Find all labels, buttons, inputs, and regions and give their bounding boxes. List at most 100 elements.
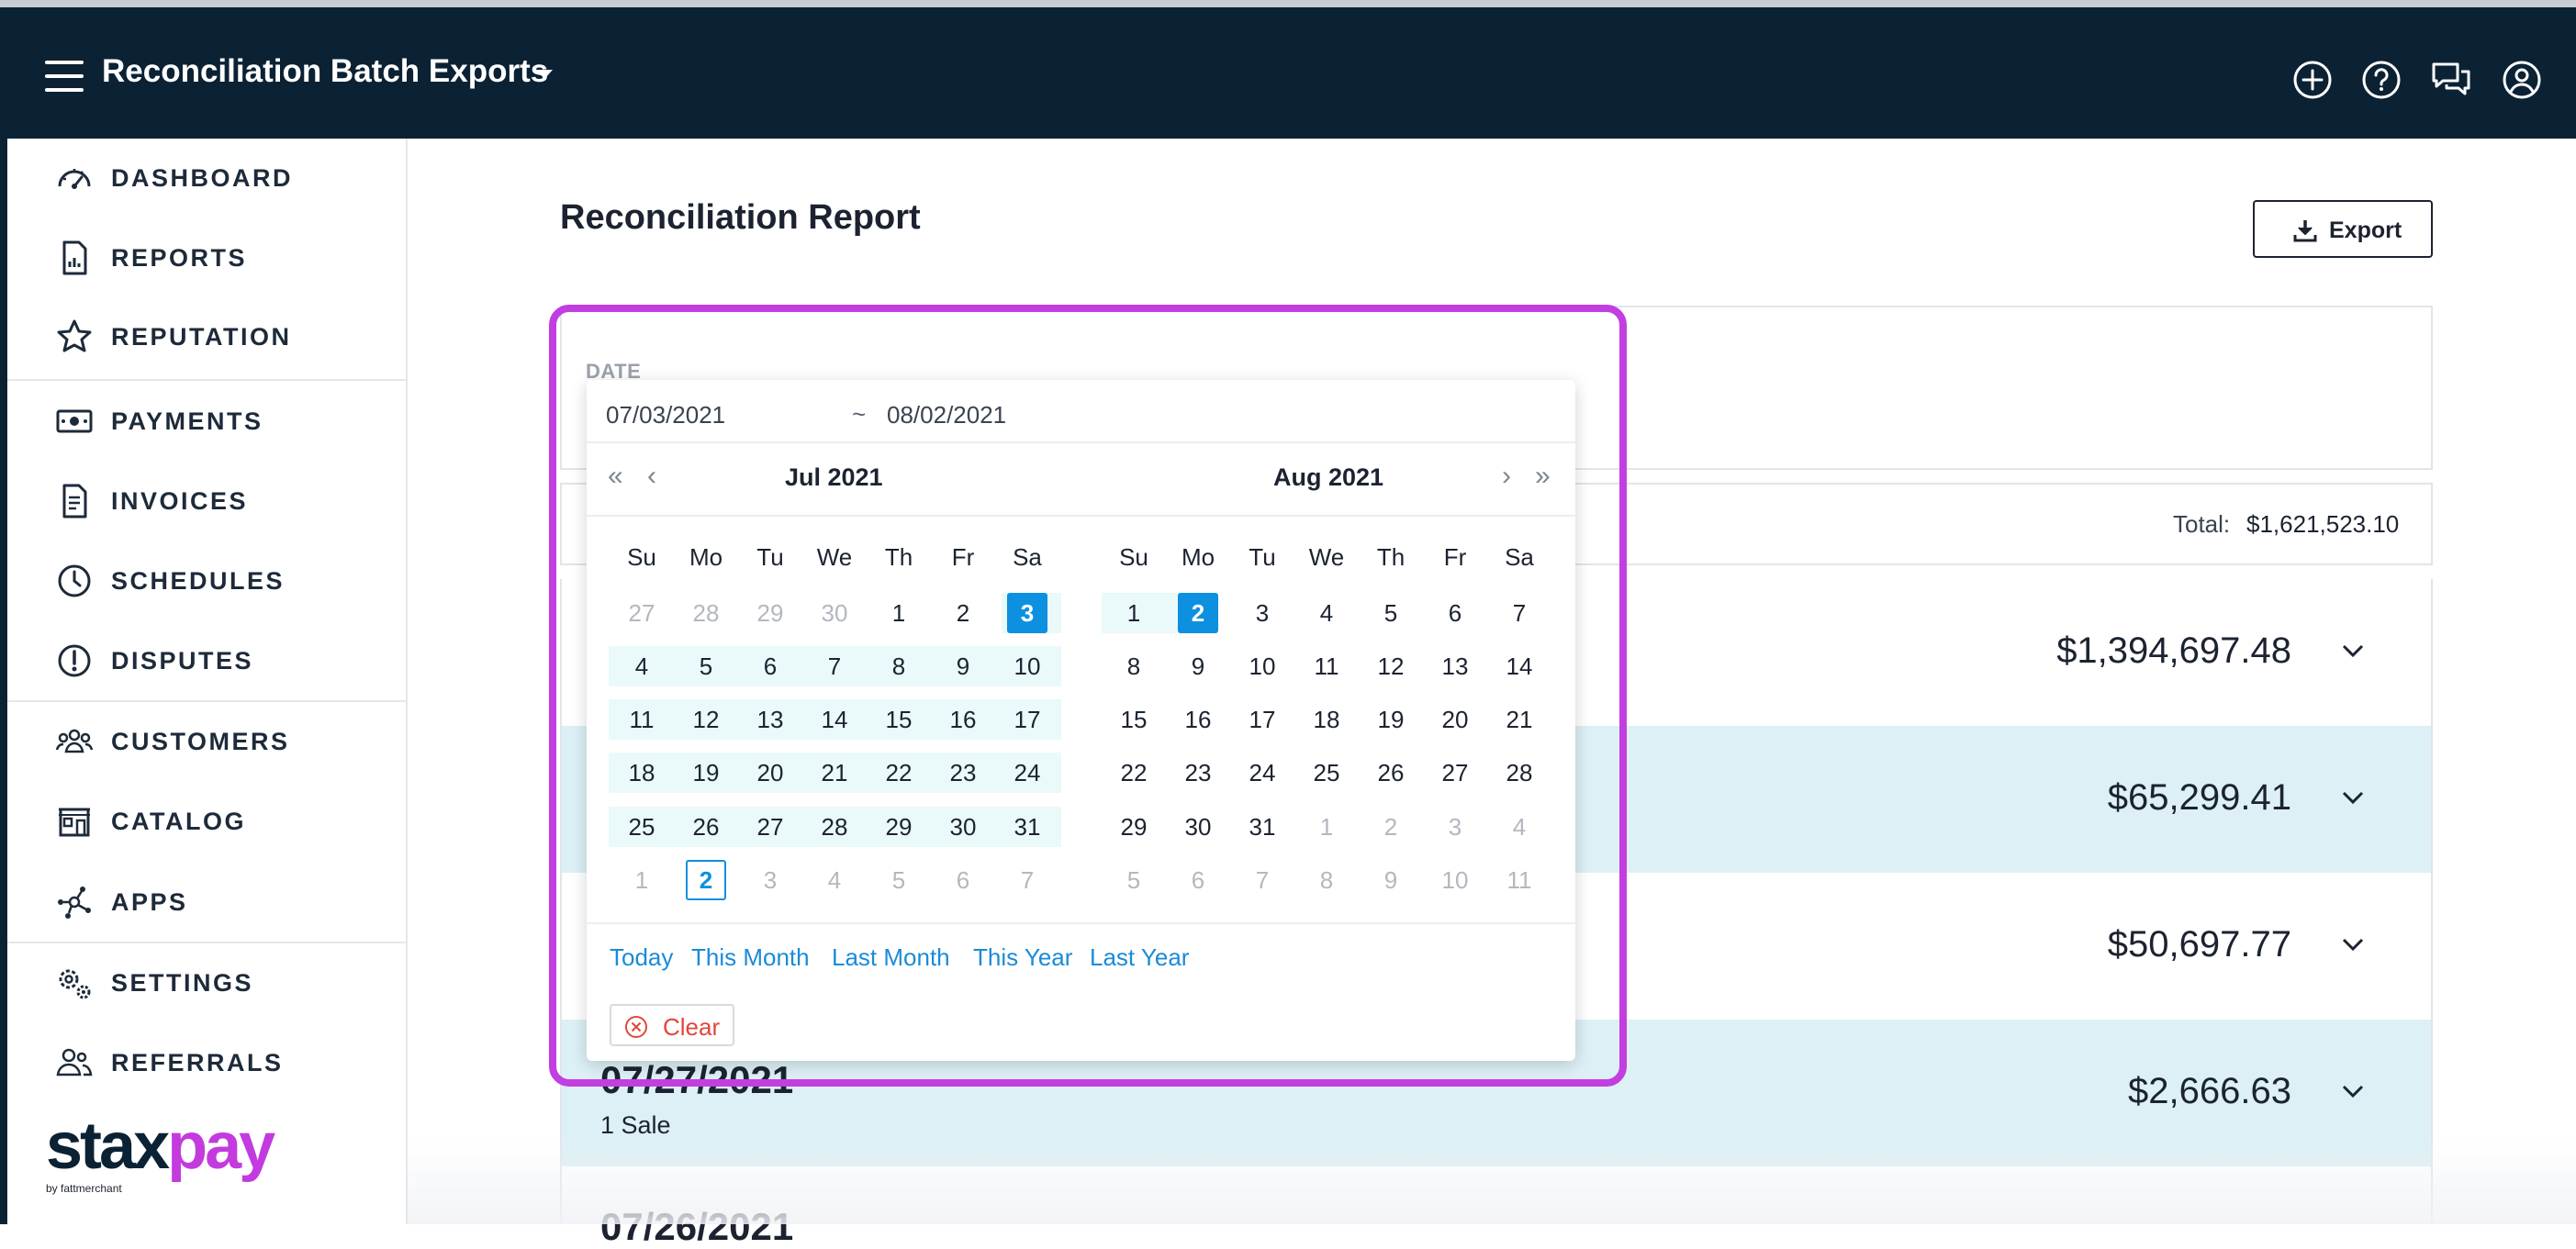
right-day-cell[interactable]: 11 <box>1294 646 1359 686</box>
right-day-cell[interactable]: 10 <box>1230 646 1294 686</box>
left-day-cell[interactable]: 13 <box>738 699 802 740</box>
clear-button[interactable]: Clear <box>610 1004 734 1046</box>
left-day-cell[interactable]: 15 <box>867 699 931 740</box>
left-day-cell[interactable]: 18 <box>610 753 674 793</box>
start-date-input[interactable]: 07/03/2021 <box>606 401 725 429</box>
right-day-cell[interactable]: 17 <box>1230 699 1294 740</box>
sidebar-item-catalog[interactable]: CATALOG <box>7 782 408 861</box>
chevron-down-icon[interactable] <box>2339 786 2367 809</box>
right-day-cell[interactable]: 6 <box>1423 593 1487 633</box>
left-day-cell[interactable]: 1 <box>867 593 931 633</box>
left-day-cell[interactable]: 14 <box>802 699 867 740</box>
sidebar-item-customers[interactable]: CUSTOMERS <box>7 702 408 781</box>
end-date-input[interactable]: 08/02/2021 <box>887 401 1006 429</box>
prev-year-button[interactable]: « <box>608 461 623 492</box>
right-day-cell[interactable]: 2 <box>1359 807 1423 847</box>
left-day-cell[interactable]: 30 <box>931 807 995 847</box>
preset-this-year[interactable]: This Year <box>973 943 1072 972</box>
left-day-cell[interactable]: 25 <box>610 807 674 847</box>
left-month-title[interactable]: Jul 2021 <box>785 463 883 492</box>
left-day-cell[interactable]: 9 <box>931 646 995 686</box>
right-day-cell[interactable]: 10 <box>1423 860 1487 900</box>
caret-down-icon[interactable] <box>536 70 553 79</box>
sidebar-item-referrals[interactable]: REFERRALS <box>7 1023 408 1102</box>
add-circle-icon[interactable] <box>2291 59 2334 101</box>
left-day-cell[interactable]: 28 <box>802 807 867 847</box>
help-icon[interactable] <box>2360 59 2402 101</box>
right-day-cell[interactable]: 26 <box>1359 753 1423 793</box>
right-day-cell[interactable]: 29 <box>1102 807 1166 847</box>
account-icon[interactable] <box>2501 59 2543 101</box>
batch-row[interactable]: 07/26/2021 <box>560 1166 2433 1248</box>
right-day-cell[interactable]: 15 <box>1102 699 1166 740</box>
menu-icon[interactable] <box>45 61 84 92</box>
left-day-cell[interactable]: 4 <box>802 860 867 900</box>
sidebar-item-schedules[interactable]: SCHEDULES <box>7 541 408 620</box>
left-day-cell[interactable]: 27 <box>738 807 802 847</box>
right-day-cell[interactable]: 5 <box>1359 593 1423 633</box>
right-day-cell[interactable]: 19 <box>1359 699 1423 740</box>
sidebar-item-reputation[interactable]: REPUTATION <box>7 297 408 376</box>
left-day-cell[interactable]: 12 <box>674 699 738 740</box>
left-day-cell[interactable]: 10 <box>995 646 1059 686</box>
right-day-cell[interactable]: 23 <box>1166 753 1230 793</box>
right-day-cell[interactable]: 3 <box>1423 807 1487 847</box>
right-day-cell[interactable]: 9 <box>1166 646 1230 686</box>
right-day-cell[interactable]: 31 <box>1230 807 1294 847</box>
sidebar-item-payments[interactable]: PAYMENTS <box>7 382 408 461</box>
prev-month-button[interactable]: ‹ <box>647 461 656 492</box>
right-day-cell[interactable]: 14 <box>1487 646 1551 686</box>
sidebar-item-invoices[interactable]: INVOICES <box>7 462 408 541</box>
left-day-cell[interactable]: 1 <box>610 860 674 900</box>
sidebar-item-apps[interactable]: APPS <box>7 863 408 942</box>
right-day-cell[interactable]: 4 <box>1487 807 1551 847</box>
left-day-cell[interactable]: 11 <box>610 699 674 740</box>
left-day-cell[interactable]: 6 <box>931 860 995 900</box>
left-day-cell[interactable]: 2 <box>931 593 995 633</box>
left-day-cell[interactable]: 22 <box>867 753 931 793</box>
left-day-cell[interactable]: 26 <box>674 807 738 847</box>
app-title[interactable]: Reconciliation Batch Exports <box>102 53 548 90</box>
right-day-cell[interactable]: 16 <box>1166 699 1230 740</box>
left-day-cell[interactable]: 4 <box>610 646 674 686</box>
right-day-cell[interactable]: 13 <box>1423 646 1487 686</box>
next-year-button[interactable]: » <box>1535 461 1551 492</box>
right-day-cell[interactable]: 27 <box>1423 753 1487 793</box>
left-day-cell[interactable]: 17 <box>995 699 1059 740</box>
left-day-cell[interactable]: 16 <box>931 699 995 740</box>
next-month-button[interactable]: › <box>1502 461 1511 492</box>
chat-icon[interactable] <box>2430 59 2472 101</box>
preset-last-year[interactable]: Last Year <box>1090 943 1189 972</box>
chevron-down-icon[interactable] <box>2339 1080 2367 1102</box>
left-day-cell[interactable]: 19 <box>674 753 738 793</box>
right-day-cell[interactable]: 1 <box>1294 807 1359 847</box>
sidebar-item-disputes[interactable]: DISPUTES <box>7 621 408 700</box>
left-day-cell[interactable]: 21 <box>802 753 867 793</box>
left-day-cell[interactable]: 7 <box>995 860 1059 900</box>
left-day-cell[interactable]: 29 <box>738 593 802 633</box>
right-day-cell[interactable]: 18 <box>1294 699 1359 740</box>
right-day-cell[interactable]: 20 <box>1423 699 1487 740</box>
left-day-cell[interactable]: 3 <box>738 860 802 900</box>
export-button[interactable]: Export <box>2253 200 2433 258</box>
left-day-cell[interactable]: 29 <box>867 807 931 847</box>
preset-today[interactable]: Today <box>610 943 673 972</box>
right-day-cell[interactable]: 7 <box>1487 593 1551 633</box>
left-day-today[interactable]: 2 <box>674 860 738 900</box>
left-day-cell[interactable]: 8 <box>867 646 931 686</box>
right-day-selected[interactable]: 2 <box>1166 593 1230 633</box>
right-day-cell[interactable]: 1 <box>1102 593 1166 633</box>
chevron-down-icon[interactable] <box>2339 640 2367 662</box>
right-day-cell[interactable]: 7 <box>1230 860 1294 900</box>
sidebar-item-dashboard[interactable]: DASHBOARD <box>7 139 408 217</box>
right-day-cell[interactable]: 24 <box>1230 753 1294 793</box>
left-day-cell[interactable]: 6 <box>738 646 802 686</box>
right-day-cell[interactable]: 21 <box>1487 699 1551 740</box>
left-day-cell[interactable]: 31 <box>995 807 1059 847</box>
right-day-cell[interactable]: 28 <box>1487 753 1551 793</box>
left-day-cell[interactable]: 20 <box>738 753 802 793</box>
right-day-cell[interactable]: 6 <box>1166 860 1230 900</box>
sidebar-item-settings[interactable]: SETTINGS <box>7 943 408 1022</box>
left-day-cell[interactable]: 27 <box>610 593 674 633</box>
right-day-cell[interactable]: 11 <box>1487 860 1551 900</box>
